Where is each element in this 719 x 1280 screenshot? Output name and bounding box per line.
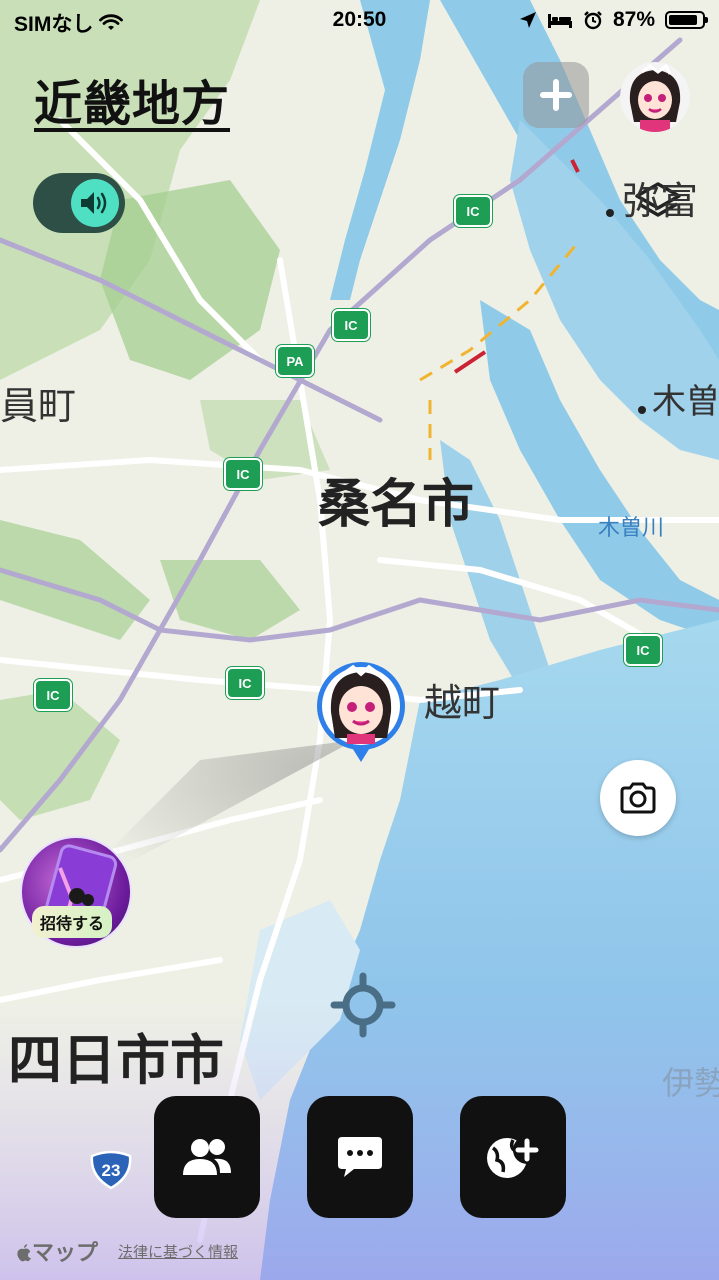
add-world-button[interactable]	[459, 1096, 566, 1218]
town-dot-kiso	[638, 406, 646, 414]
add-button[interactable]	[523, 62, 589, 128]
status-right: 87%	[519, 8, 708, 32]
globe-plus-icon	[486, 1136, 541, 1178]
avatar-character-icon	[620, 62, 690, 132]
profile-avatar[interactable]	[620, 62, 690, 132]
sound-toggle[interactable]	[33, 173, 125, 233]
camera-icon	[620, 782, 656, 814]
people-icon	[182, 1139, 231, 1175]
region-title[interactable]: 近畿地方	[34, 64, 230, 134]
ic-badge[interactable]: IC	[332, 309, 370, 341]
apple-logo-icon	[17, 1244, 31, 1262]
ic-badge[interactable]: IC	[454, 195, 492, 227]
city-label-yokkaichi[interactable]: 四日市市	[8, 1016, 224, 1095]
alarm-icon	[584, 11, 602, 30]
city-label-kuwana[interactable]: 桑名市	[318, 462, 474, 537]
apple-maps-logo: マップ	[16, 1235, 98, 1267]
ic-badge[interactable]: IC	[226, 667, 264, 699]
bed-icon	[547, 14, 572, 28]
ic-badge[interactable]: IC	[224, 458, 262, 490]
river-label-kisogawa: 木曽川	[598, 516, 665, 541]
ic-badge[interactable]: IC	[34, 679, 72, 711]
plus-icon	[540, 79, 572, 111]
sound-toggle-knob[interactable]	[71, 179, 119, 227]
speaker-icon	[81, 192, 107, 214]
town-label-kawagoe[interactable]: 越町	[424, 672, 500, 727]
battery-icon	[665, 11, 708, 29]
maps-brand-text: マップ	[32, 1241, 99, 1266]
battery-fill	[669, 15, 697, 25]
chat-bubble-icon	[337, 1137, 382, 1177]
town-label-inabe[interactable]: 員町	[0, 375, 76, 430]
battery-percent: 87%	[612, 8, 655, 31]
user-avatar-pin-icon	[317, 662, 405, 762]
invite-button[interactable]: 招待する	[20, 836, 132, 948]
town-label-kiso[interactable]: 木曽	[652, 374, 719, 423]
pa-badge[interactable]: PA	[276, 345, 314, 377]
location-arrow-icon	[519, 12, 536, 28]
city-dot-yatomi	[606, 209, 614, 217]
status-bar: SIMなし 20:50 87%	[0, 0, 719, 40]
ic-badge[interactable]: IC	[624, 634, 662, 666]
legal-link[interactable]: 法律に基づく情報	[118, 1241, 238, 1262]
user-location-pin[interactable]	[313, 660, 409, 764]
friends-button[interactable]	[153, 1096, 260, 1218]
camera-button[interactable]	[600, 760, 676, 836]
locate-me-icon[interactable]	[330, 972, 396, 1038]
map-attribution: マップ 法律に基づく情報	[16, 1235, 238, 1267]
bottom-action-bar	[0, 1096, 719, 1218]
chat-button[interactable]	[306, 1096, 413, 1218]
city-label-yatomi[interactable]: 弥富	[622, 170, 698, 225]
invite-label[interactable]: 招待する	[32, 906, 113, 938]
